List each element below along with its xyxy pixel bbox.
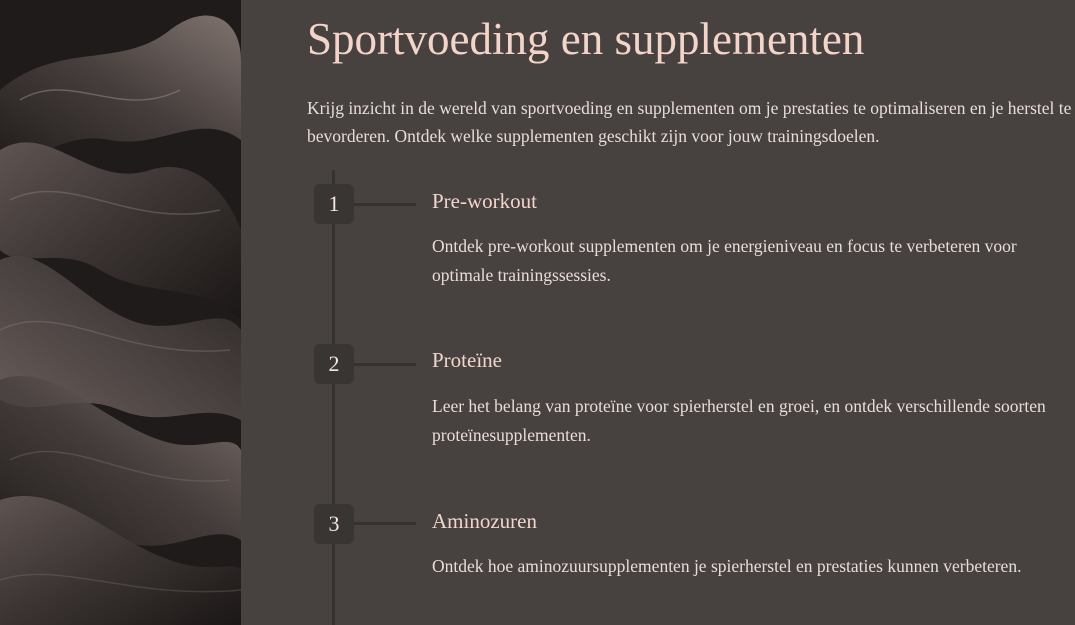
step-number-badge: 3 [314,504,354,544]
page-intro: Krijg inzicht in de wereld van sportvoed… [307,98,1072,146]
page-title: Sportvoeding en supplementen [307,14,865,64]
step-connector [354,203,416,206]
step-number-badge: 2 [314,344,354,384]
step-title: Proteïne [432,348,502,372]
timeline-line [332,170,335,625]
step-description: Ontdek hoe aminozuursupplementen je spie… [432,556,1022,576]
step-title: Pre-workout [432,189,537,213]
decorative-silk-image [0,0,241,625]
step-number-badge: 1 [314,184,354,224]
step-description: Ontdek pre-workout supplementen om je en… [432,236,1017,285]
step-connector [354,363,416,366]
main-content: Sportvoeding en supplementen Krijg inzic… [241,0,1075,625]
step-title: Aminozuren [432,509,537,533]
step-description: Leer het belang van proteïne voor spierh… [432,396,1046,445]
step-connector [354,522,416,525]
